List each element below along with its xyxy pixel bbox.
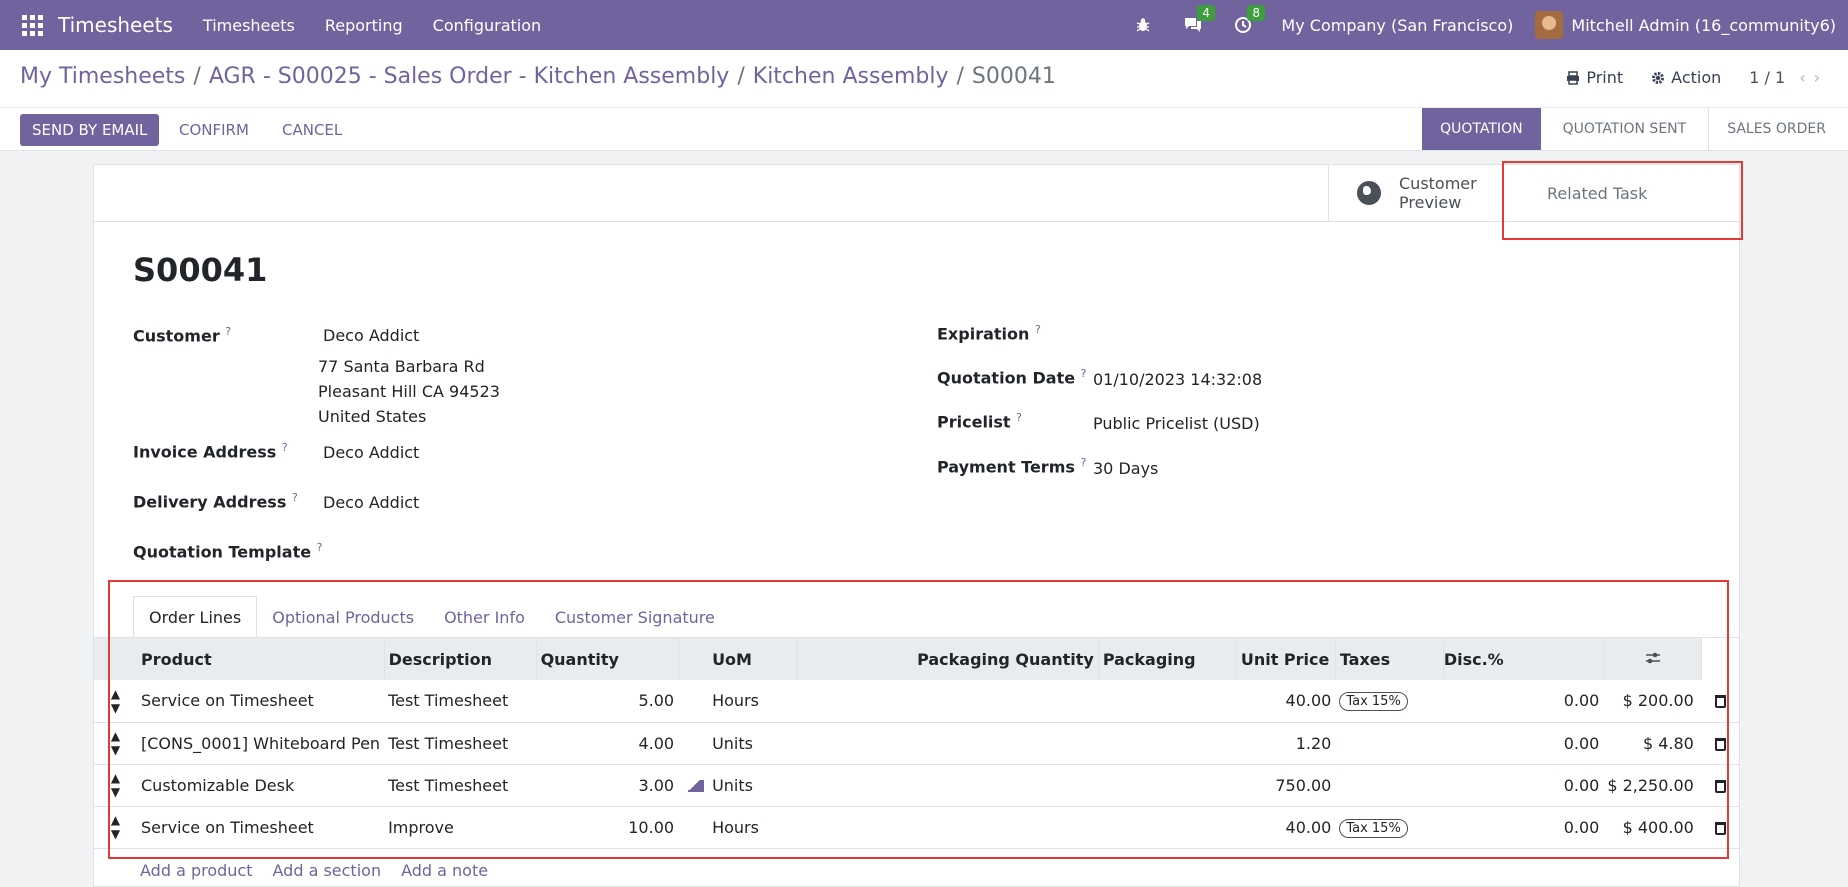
expiration-field[interactable] bbox=[1093, 323, 1493, 345]
add-section-link[interactable]: Add a section bbox=[273, 861, 382, 880]
state-quotation-sent[interactable]: QUOTATION SENT bbox=[1541, 108, 1709, 150]
globe-icon bbox=[1357, 181, 1381, 205]
customer-preview-label-1: Customer bbox=[1399, 174, 1477, 193]
breadcrumb-current: S00041 bbox=[971, 64, 1056, 89]
quotation-template-label: Quotation Template ? bbox=[133, 541, 323, 562]
gear-icon bbox=[1652, 71, 1665, 84]
user-menu[interactable]: Mitchell Admin (16_community6) bbox=[1571, 16, 1836, 35]
address-line-2: Pleasant Hill CA 94523 bbox=[318, 382, 500, 401]
cancel-button[interactable]: CANCEL bbox=[282, 114, 342, 146]
order-lines-highlight bbox=[108, 580, 1729, 859]
quotation-date-label: Quotation Date ? bbox=[937, 367, 1087, 388]
button-box: Customer Preview Related Task bbox=[94, 165, 1739, 222]
send-by-email-button[interactable]: SEND BY EMAIL bbox=[20, 114, 160, 146]
messages-count-badge: 4 bbox=[1197, 5, 1216, 21]
add-product-link[interactable]: Add a product bbox=[140, 861, 253, 880]
activities-clock-icon[interactable]: 8 bbox=[1231, 5, 1266, 37]
print-label: Print bbox=[1586, 68, 1624, 87]
record-title: S00041 bbox=[133, 251, 268, 289]
pricelist-field[interactable]: Public Pricelist (USD) bbox=[1093, 414, 1260, 433]
invoice-address-label: Invoice Address ? bbox=[133, 441, 288, 462]
debug-bug-icon[interactable] bbox=[1131, 13, 1155, 37]
customer-field[interactable]: Deco Addict bbox=[323, 326, 419, 345]
add-line-links: Add a product Add a section Add a note bbox=[140, 861, 488, 880]
user-avatar[interactable] bbox=[1535, 11, 1564, 39]
state-quotation[interactable]: QUOTATION bbox=[1422, 108, 1541, 150]
breadcrumb: My Timesheets / AGR - S00025 - Sales Order… bbox=[20, 64, 1056, 89]
quotation-date-field[interactable]: 01/10/2023 14:32:08 bbox=[1093, 370, 1262, 389]
printer-icon bbox=[1567, 70, 1580, 85]
messages-chat-icon[interactable]: 4 bbox=[1181, 5, 1216, 37]
pager-value[interactable]: 1 / 1 bbox=[1749, 68, 1785, 87]
pager-next-icon[interactable]: › bbox=[1814, 68, 1828, 87]
control-panel: My Timesheets / AGR - S00025 - Sales Order… bbox=[0, 50, 1848, 151]
address-line-3: United States bbox=[318, 407, 427, 426]
company-switcher[interactable]: My Company (San Francisco) bbox=[1281, 16, 1513, 35]
expiration-label: Expiration ? bbox=[937, 323, 1041, 344]
customer-address: 77 Santa Barbara Rd Pleasant Hill CA 945… bbox=[318, 354, 500, 429]
action-button[interactable]: Action bbox=[1651, 68, 1721, 87]
quotation-template-field[interactable] bbox=[323, 541, 723, 563]
status-bar: QUOTATION QUOTATION SENT SALES ORDER bbox=[1422, 108, 1848, 150]
action-label: Action bbox=[1671, 68, 1722, 87]
related-task-highlight bbox=[1502, 161, 1743, 240]
delivery-address-label: Delivery Address ? bbox=[133, 491, 298, 512]
add-note-link[interactable]: Add a note bbox=[401, 861, 488, 880]
breadcrumb-item-my-timesheets[interactable]: My Timesheets bbox=[20, 64, 185, 89]
confirm-button[interactable]: CONFIRM bbox=[179, 114, 249, 146]
state-sales-order[interactable]: SALES ORDER bbox=[1708, 108, 1848, 150]
breadcrumb-item-kitchen-assembly[interactable]: Kitchen Assembly bbox=[753, 64, 949, 89]
address-line-1: 77 Santa Barbara Rd bbox=[318, 357, 485, 376]
apps-menu-icon[interactable] bbox=[22, 14, 52, 36]
print-button[interactable]: Print bbox=[1566, 68, 1623, 87]
customer-preview-button[interactable]: Customer Preview bbox=[1328, 165, 1503, 221]
menu-configuration[interactable]: Configuration bbox=[433, 16, 542, 35]
delivery-address-field[interactable]: Deco Addict bbox=[323, 493, 419, 512]
activities-count-badge: 8 bbox=[1247, 5, 1266, 21]
top-navbar: Timesheets Timesheets Reporting Configur… bbox=[0, 0, 1848, 50]
menu-reporting[interactable]: Reporting bbox=[325, 16, 403, 35]
customer-label: Customer ? bbox=[133, 325, 232, 346]
pager-previous-icon[interactable]: ‹ bbox=[1799, 68, 1813, 87]
breadcrumb-item-sales-order[interactable]: AGR - S00025 - Sales Order - Kitchen Ass… bbox=[209, 64, 730, 89]
payment-terms-label: Payment Terms ? bbox=[937, 456, 1087, 477]
invoice-address-field[interactable]: Deco Addict bbox=[323, 443, 419, 462]
pricelist-label: Pricelist ? bbox=[937, 411, 1022, 432]
menu-timesheets[interactable]: Timesheets bbox=[203, 16, 295, 35]
app-name[interactable]: Timesheets bbox=[58, 13, 173, 37]
customer-preview-label-2: Preview bbox=[1399, 193, 1462, 212]
payment-terms-field[interactable]: 30 Days bbox=[1093, 459, 1158, 478]
